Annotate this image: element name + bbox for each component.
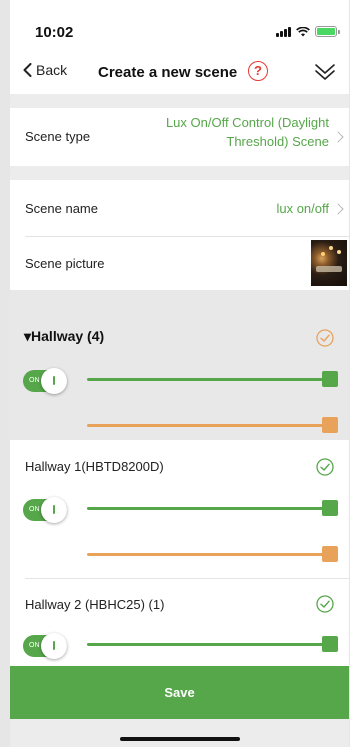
status-bar: 10:02 bbox=[10, 0, 349, 52]
scene-picture-label: Scene picture bbox=[25, 256, 105, 271]
device-on-toggle[interactable]: ON bbox=[23, 633, 67, 659]
scene-type-row[interactable]: Scene type Lux On/Off Control (Daylight … bbox=[10, 108, 349, 166]
group-brightness-handle[interactable] bbox=[322, 371, 338, 387]
battery-icon bbox=[315, 26, 340, 37]
scene-type-label: Scene type bbox=[25, 129, 91, 144]
phone-screen: 10:02 Back Create a new scene ? Scene ty… bbox=[10, 0, 349, 747]
device-name: Hallway 2 (HBHC25) (1) bbox=[25, 597, 165, 612]
scene-picture-row[interactable]: Scene picture bbox=[10, 237, 349, 290]
scene-name-label: Scene name bbox=[25, 201, 98, 216]
scene-type-value: Lux On/Off Control (Daylight Threshold) … bbox=[165, 115, 329, 149]
device-check-icon[interactable] bbox=[316, 595, 334, 613]
device-brightness-slider[interactable] bbox=[87, 643, 327, 646]
group-color-temp-slider[interactable] bbox=[87, 424, 327, 427]
status-icons bbox=[276, 26, 340, 37]
scene-picture-thumbnail[interactable] bbox=[311, 240, 347, 286]
chevron-right-icon bbox=[332, 203, 344, 215]
device-color-temp-slider[interactable] bbox=[87, 553, 327, 556]
scene-name-value: lux on/off bbox=[276, 201, 329, 216]
back-label: Back bbox=[36, 62, 68, 78]
device-item: Hallway 1(HBTD8200D) ON bbox=[10, 440, 349, 578]
device-item: Hallway 2 (HBHC25) (1) ON bbox=[10, 579, 349, 666]
chevron-left-icon bbox=[23, 63, 32, 77]
toggle-on-label: ON bbox=[29, 377, 40, 384]
group-brightness-slider[interactable] bbox=[87, 378, 327, 381]
signal-icon bbox=[276, 26, 291, 37]
device-brightness-handle[interactable] bbox=[322, 500, 338, 516]
home-indicator[interactable] bbox=[120, 737, 240, 741]
group-title[interactable]: ▾Hallway (4) bbox=[24, 328, 104, 345]
toggle-knob bbox=[41, 497, 67, 523]
scene-name-row[interactable]: Scene name lux on/off bbox=[10, 180, 349, 236]
save-button[interactable]: Save bbox=[10, 666, 349, 719]
group-color-temp-handle[interactable] bbox=[322, 417, 338, 433]
section-separator bbox=[10, 94, 349, 108]
group-check-icon[interactable] bbox=[316, 329, 334, 347]
device-color-temp-handle[interactable] bbox=[322, 546, 338, 562]
collapse-all-icon[interactable] bbox=[313, 60, 337, 84]
device-on-toggle[interactable]: ON bbox=[23, 497, 67, 523]
device-brightness-handle[interactable] bbox=[322, 636, 338, 652]
wifi-icon bbox=[296, 26, 310, 36]
toggle-knob bbox=[41, 368, 67, 394]
nav-bar: Back Create a new scene ? bbox=[10, 52, 349, 94]
toggle-knob bbox=[41, 633, 67, 659]
toggle-on-label: ON bbox=[29, 642, 40, 649]
group-on-toggle[interactable]: ON bbox=[23, 368, 67, 394]
group-hallway: ▾Hallway (4) ON bbox=[10, 290, 349, 440]
status-time: 10:02 bbox=[35, 24, 74, 41]
page-title: Create a new scene bbox=[98, 64, 238, 81]
toggle-on-label: ON bbox=[29, 506, 40, 513]
device-check-icon[interactable] bbox=[316, 458, 334, 476]
help-icon[interactable]: ? bbox=[248, 61, 268, 81]
back-button[interactable]: Back bbox=[23, 62, 67, 78]
section-separator bbox=[10, 166, 349, 180]
device-brightness-slider[interactable] bbox=[87, 507, 327, 510]
home-indicator-area bbox=[10, 719, 349, 747]
chevron-right-icon bbox=[332, 131, 344, 143]
device-name: Hallway 1(HBTD8200D) bbox=[25, 459, 164, 474]
